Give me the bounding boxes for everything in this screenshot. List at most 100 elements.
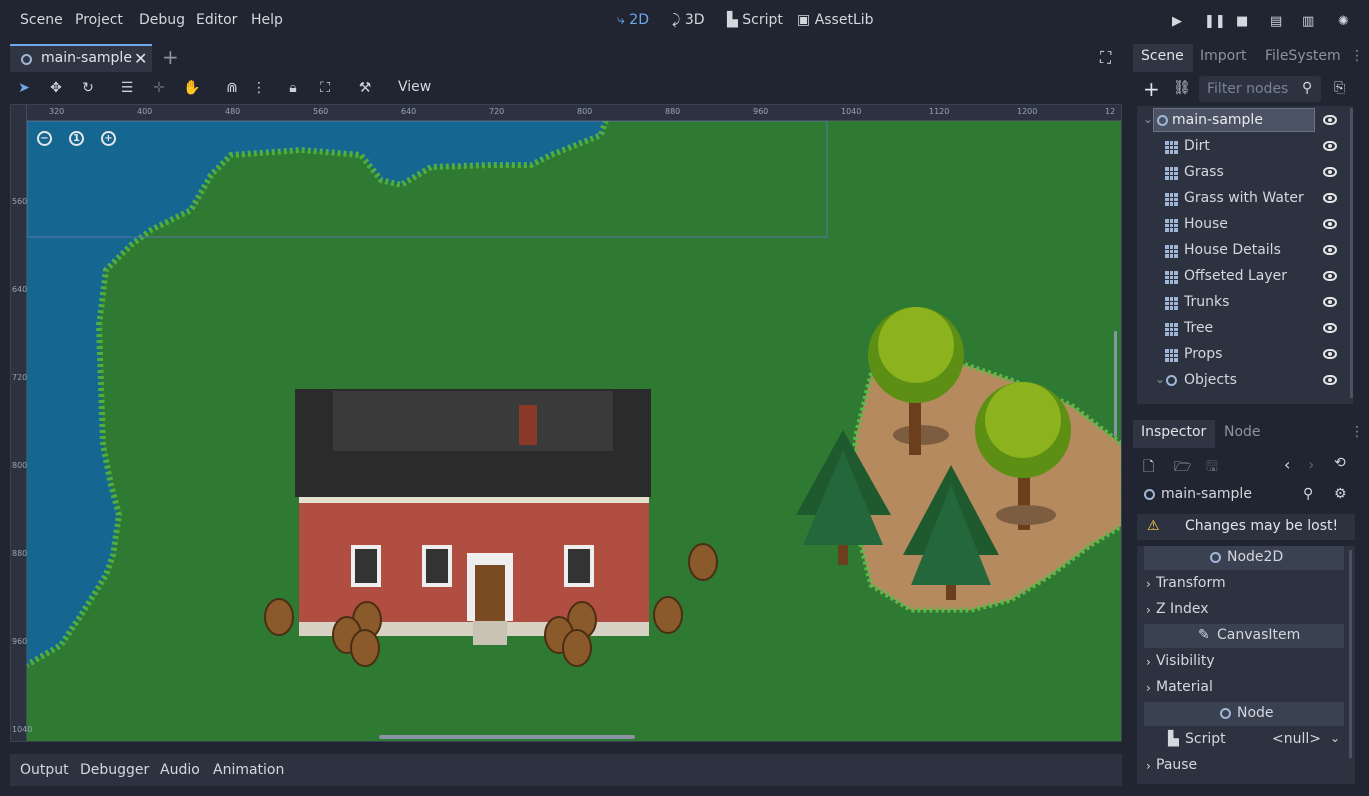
view-menu[interactable]: View (398, 79, 431, 95)
vertical-ruler: 560 640 720 800 880 960 1040 (11, 105, 32, 741)
tree-row[interactable]: Dirt (1137, 134, 1353, 160)
node-tab[interactable]: Node (1224, 424, 1261, 440)
add-node-icon[interactable]: + (1143, 77, 1160, 101)
menu-help[interactable]: Help (251, 12, 283, 28)
add-tab-icon[interactable]: + (162, 45, 179, 69)
visibility-eye-icon[interactable] (1323, 349, 1337, 359)
link-icon[interactable]: ⛓ (1173, 80, 1191, 96)
open-folder-icon[interactable]: 🗁︎ (1174, 456, 1191, 480)
visibility-eye-icon[interactable] (1323, 271, 1337, 281)
group-zindex[interactable]: › Z Index (1144, 598, 1344, 622)
tree-row[interactable]: Tree (1137, 316, 1353, 342)
menu-project[interactable]: Project (75, 12, 123, 28)
audio-tab[interactable]: Audio (160, 762, 200, 778)
dock-menu-icon[interactable]: ⋮ (1350, 48, 1364, 64)
pause-icon[interactable]: ❚❚ (1204, 14, 1226, 29)
visibility-eye-icon[interactable] (1323, 375, 1337, 385)
visibility-eye-icon[interactable] (1323, 167, 1337, 177)
canvas-viewport[interactable]: 320 400 480 560 640 720 800 880 960 1040… (10, 104, 1122, 742)
group-transform[interactable]: › Transform (1144, 572, 1344, 596)
tree-row[interactable]: Props (1137, 342, 1353, 368)
tree-scrollbar[interactable] (1350, 108, 1353, 398)
group-material[interactable]: › Material (1144, 676, 1344, 700)
history-forward-icon[interactable]: › (1308, 455, 1314, 474)
select-tool-icon[interactable]: ➤ (16, 80, 32, 96)
visibility-eye-icon[interactable] (1323, 323, 1337, 333)
warning-banner: ⚠ Changes may be lost! (1137, 514, 1355, 540)
mode-script-button[interactable]: ▙ Script (727, 12, 783, 28)
group-visibility[interactable]: › Visibility (1144, 650, 1344, 674)
script-value-dropdown[interactable]: <null> (1272, 731, 1321, 747)
search-icon[interactable]: ⚲ (1303, 486, 1313, 502)
play-scene-icon[interactable]: ▤ (1270, 14, 1284, 29)
output-tab[interactable]: Output (20, 762, 69, 778)
mode-3d-button[interactable]: ⤸ 3D (672, 12, 705, 28)
scene-dock-tab[interactable]: Scene (1141, 48, 1184, 64)
scene-tab[interactable]: main-sample ✕ (10, 44, 152, 72)
play-custom-scene-icon[interactable]: ▥ (1302, 14, 1316, 29)
list-select-icon[interactable]: ☰ (119, 80, 135, 96)
play-icon[interactable]: ▶ (1172, 14, 1186, 29)
horizontal-scrollbar[interactable] (379, 735, 635, 739)
pivot-tool-icon[interactable]: ✛ (151, 80, 167, 96)
rotate-tool-icon[interactable]: ↻ (80, 80, 96, 96)
tree-row[interactable]: Grass (1137, 160, 1353, 186)
menu-scene[interactable]: Scene (20, 12, 63, 28)
dock-menu-icon[interactable]: ⋮ (1350, 424, 1364, 440)
snap-icon[interactable]: ⋒ (224, 80, 240, 96)
filesystem-dock-tab[interactable]: FileSystem (1265, 48, 1341, 64)
import-dock-tab[interactable]: Import (1200, 48, 1246, 64)
zoom-reset-button[interactable]: 1 (69, 131, 84, 146)
group-icon[interactable]: ⛶ (317, 80, 333, 96)
visibility-eye-icon[interactable] (1323, 193, 1337, 203)
node2d-icon (21, 54, 32, 65)
filter-nodes-field[interactable]: Filter nodes ⚲ (1199, 76, 1321, 102)
history-back-icon[interactable]: ‹ (1284, 455, 1290, 474)
inspector-scrollbar[interactable] (1349, 550, 1352, 758)
mode-2d-button[interactable]: ⤷ 2D (617, 12, 649, 28)
lock-icon[interactable]: 🔒︎ (285, 80, 301, 96)
save-icon[interactable]: 🖫︎ (1206, 456, 1218, 480)
menu-editor[interactable]: Editor (196, 12, 237, 28)
group-label: Z Index (1156, 601, 1209, 617)
history-icon[interactable]: ⟲ (1334, 455, 1346, 471)
instance-scene-icon[interactable]: ⎘ (1334, 80, 1345, 96)
animation-tab[interactable]: Animation (213, 762, 284, 778)
zoom-out-button[interactable]: − (37, 131, 52, 146)
menu-debug[interactable]: Debug (139, 12, 185, 28)
new-resource-icon[interactable]: 🗋︎ (1143, 456, 1154, 480)
chevron-down-icon[interactable]: ⌄ (1330, 731, 1340, 745)
ruler-y-tick: 720 (12, 373, 28, 382)
tools-icon[interactable]: ⚙ (1334, 486, 1347, 502)
tree-row[interactable]: Offseted Layer (1137, 264, 1353, 290)
visibility-eye-icon[interactable] (1323, 115, 1337, 125)
skeleton-icon[interactable]: ⚒ (357, 80, 373, 96)
mode-assetlib-button[interactable]: ▣ AssetLib (797, 12, 874, 28)
zoom-in-button[interactable]: + (101, 131, 116, 146)
chevron-down-icon[interactable]: ⌄ (1143, 112, 1153, 126)
move-tool-icon[interactable]: ✥ (48, 80, 64, 96)
group-pause[interactable]: › Pause (1144, 754, 1344, 778)
ruler-x-tick: 720 (489, 107, 505, 116)
distraction-free-icon[interactable]: ⛶ (1100, 48, 1111, 68)
stop-icon[interactable]: ■ (1236, 14, 1250, 29)
tree-row[interactable]: Grass with Water (1137, 186, 1353, 212)
visibility-eye-icon[interactable] (1323, 219, 1337, 229)
debugger-tab[interactable]: Debugger (80, 762, 149, 778)
tree-row-root[interactable]: ⌄ main-sample (1137, 108, 1353, 134)
snap-options-icon[interactable]: ⋮ (251, 80, 267, 96)
tree-row[interactable]: House (1137, 212, 1353, 238)
node-icon (1220, 708, 1231, 719)
close-icon[interactable]: ✕ (134, 49, 147, 68)
tree-row[interactable]: House Details (1137, 238, 1353, 264)
vertical-scrollbar[interactable] (1114, 331, 1117, 437)
tree-row[interactable]: Trunks (1137, 290, 1353, 316)
inspector-tab[interactable]: Inspector (1141, 424, 1206, 440)
chevron-down-icon[interactable]: ⌄ (1155, 372, 1165, 386)
visibility-eye-icon[interactable] (1323, 141, 1337, 151)
pan-tool-icon[interactable]: ✋ (183, 80, 200, 96)
tree-row-objects[interactable]: ⌄ Objects (1137, 368, 1353, 394)
ruler-x-tick: 960 (753, 107, 769, 116)
visibility-eye-icon[interactable] (1323, 245, 1337, 255)
visibility-eye-icon[interactable] (1323, 297, 1337, 307)
